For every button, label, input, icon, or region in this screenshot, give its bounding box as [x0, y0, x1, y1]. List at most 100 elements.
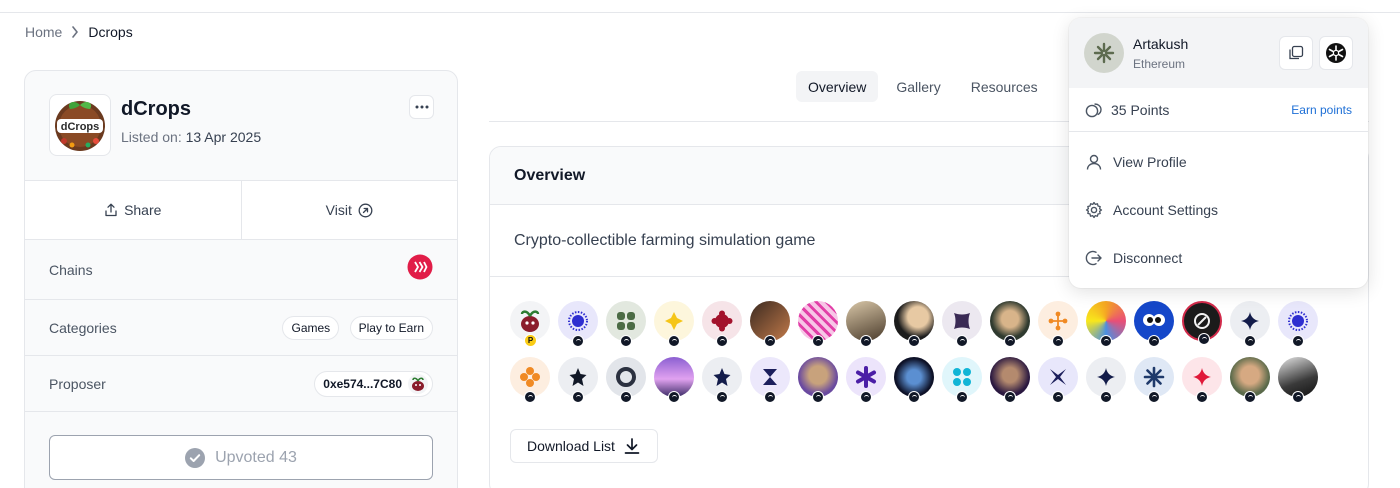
supporter-avatar[interactable]: [558, 301, 598, 347]
hive-chain-icon[interactable]: [407, 254, 433, 285]
supporter-avatar[interactable]: [606, 301, 646, 347]
supporter-avatar[interactable]: [510, 357, 550, 403]
chain-badge: [812, 335, 824, 347]
avatar-row: [510, 357, 1350, 403]
chain-badge: [764, 391, 776, 403]
chain-badge: [1100, 335, 1112, 347]
project-name: dCrops: [121, 98, 191, 120]
download-list-label: Download List: [527, 438, 615, 454]
gear-icon: [1085, 201, 1103, 219]
breadcrumb-home-link[interactable]: Home: [25, 24, 62, 40]
supporter-avatar[interactable]: [1086, 357, 1126, 403]
supporter-avatar[interactable]: [894, 357, 934, 403]
copy-address-button[interactable]: [1279, 36, 1313, 70]
supporter-avatar[interactable]: [750, 357, 790, 403]
chain-badge: [1100, 391, 1112, 403]
supporter-avatar[interactable]: [798, 301, 838, 347]
supporter-avatar[interactable]: [942, 301, 982, 347]
chain-badge: [524, 391, 536, 403]
category-chip-play-to-earn[interactable]: Play to Earn: [349, 315, 433, 340]
supporter-avatar[interactable]: [606, 357, 646, 403]
supporter-avatar[interactable]: [1134, 301, 1174, 347]
project-card: dCrops dCrops Listed on: 13 Apr 2025 Sha…: [24, 70, 458, 488]
supporter-avatar[interactable]: [1278, 301, 1318, 347]
supporter-avatar[interactable]: [990, 357, 1030, 403]
points-row: 35 Points Earn points: [1069, 88, 1368, 132]
menu-item-account-settings[interactable]: Account Settings: [1069, 186, 1368, 234]
check-circle-icon: [185, 447, 206, 468]
proposer-chip[interactable]: 0xe574...7C80: [314, 370, 433, 397]
supporter-avatar[interactable]: [846, 357, 886, 403]
category-chip-games[interactable]: Games: [282, 315, 340, 340]
visit-label: Visit: [325, 202, 352, 218]
supporter-avatar[interactable]: [1182, 301, 1222, 345]
breadcrumb: Home Dcrops: [25, 24, 133, 40]
chain-badge: [668, 391, 680, 403]
proposer-avatar: [408, 373, 428, 394]
supporter-avatar[interactable]: [1278, 357, 1318, 403]
user-avatar: [1084, 33, 1124, 73]
copy-icon: [1289, 45, 1304, 60]
user-menu-dropdown: Artakush Ethereum 35 Points Earn points …: [1069, 18, 1368, 288]
supporter-avatar[interactable]: [654, 301, 694, 347]
project-header: dCrops dCrops Listed on: 13 Apr 2025: [25, 71, 457, 181]
upvote-button[interactable]: Upvoted 43: [49, 435, 433, 480]
project-logo: dCrops: [49, 94, 111, 156]
chain-badge: [764, 335, 776, 347]
supporter-avatar[interactable]: [1038, 357, 1078, 403]
supporter-avatar[interactable]: [1086, 301, 1126, 347]
disconnect-label: Disconnect: [1113, 250, 1183, 266]
supporter-avatar[interactable]: [702, 301, 742, 347]
supporter-avatar[interactable]: P: [510, 301, 550, 347]
wallet-network-button[interactable]: [1319, 36, 1353, 70]
earn-points-link[interactable]: Earn points: [1291, 103, 1352, 117]
supporter-avatar[interactable]: [846, 301, 886, 347]
upvote-label: Upvoted 43: [215, 448, 297, 466]
supporter-avatar[interactable]: [1134, 357, 1174, 403]
points-value: 35 Points: [1111, 101, 1170, 118]
project-tabs: Overview Gallery Resources: [796, 71, 1050, 102]
supporter-avatar[interactable]: [750, 301, 790, 347]
supporter-avatars: P: [510, 301, 1350, 413]
download-icon: [624, 438, 640, 454]
tab-resources[interactable]: Resources: [959, 71, 1050, 102]
supporter-avatar[interactable]: [942, 357, 982, 403]
chain-badge: [716, 335, 728, 347]
chain-badge: [572, 335, 584, 347]
download-list-button[interactable]: Download List: [510, 429, 658, 463]
chain-badge: [1148, 391, 1160, 403]
visit-button[interactable]: Visit: [240, 181, 458, 239]
avatar-row: P: [510, 301, 1350, 347]
tab-overview[interactable]: Overview: [796, 71, 879, 102]
chain-badge: [1052, 391, 1064, 403]
breadcrumb-current: Dcrops: [88, 24, 133, 40]
chains-row: Chains: [25, 240, 457, 300]
user-icon: [1086, 154, 1102, 170]
share-button[interactable]: Share: [25, 181, 241, 239]
supporter-avatar[interactable]: [558, 357, 598, 403]
supporter-avatar[interactable]: [1038, 301, 1078, 347]
chain-badge: [620, 391, 632, 403]
project-actions: Share Visit: [25, 180, 457, 240]
supporter-avatar[interactable]: [1182, 357, 1222, 403]
listed-date: 13 Apr 2025: [185, 129, 262, 145]
supporter-avatar[interactable]: [990, 301, 1030, 347]
more-options-button[interactable]: [409, 95, 434, 119]
user-chain: Ethereum: [1133, 57, 1186, 71]
supporter-avatar[interactable]: [654, 357, 694, 403]
chain-badge: [1148, 335, 1160, 347]
supporter-avatar[interactable]: [1230, 301, 1270, 347]
menu-item-disconnect[interactable]: Disconnect: [1069, 234, 1368, 282]
menu-item-view-profile[interactable]: View Profile: [1069, 138, 1368, 186]
chevron-right-icon: [62, 26, 88, 38]
chain-badge: [1244, 335, 1256, 347]
chain-badge: [716, 391, 728, 403]
category-chips: Games Play to Earn: [276, 315, 433, 340]
supporter-avatar[interactable]: [798, 357, 838, 403]
proposer-address: 0xe574...7C80: [323, 376, 402, 391]
supporter-avatar[interactable]: [894, 301, 934, 347]
supporter-avatar[interactable]: [1230, 357, 1270, 403]
tab-gallery[interactable]: Gallery: [884, 71, 952, 102]
supporter-avatar[interactable]: [702, 357, 742, 403]
logout-icon: [1085, 250, 1102, 266]
